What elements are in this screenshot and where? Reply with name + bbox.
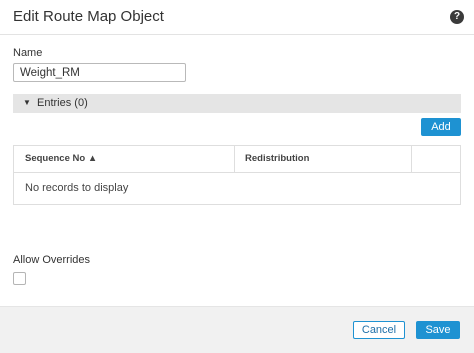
name-label: Name bbox=[13, 47, 43, 59]
cancel-button[interactable]: Cancel bbox=[353, 321, 405, 339]
allow-overrides-checkbox[interactable] bbox=[13, 272, 26, 285]
caret-down-icon: ▼ bbox=[23, 98, 31, 107]
entries-section-header[interactable]: ▼ Entries (0) bbox=[13, 94, 461, 113]
table-header: Sequence No ▲ Redistribution bbox=[14, 146, 460, 173]
column-divider bbox=[234, 146, 235, 172]
column-header-sequence-no[interactable]: Sequence No ▲ bbox=[25, 146, 97, 172]
add-entry-button[interactable]: Add bbox=[421, 118, 461, 136]
dialog-title: Edit Route Map Object bbox=[13, 8, 164, 25]
entries-label: Entries (0) bbox=[37, 97, 88, 109]
entries-table: Sequence No ▲ Redistribution No records … bbox=[13, 145, 461, 205]
edit-route-map-dialog: Edit Route Map Object ? Name ▼ Entries (… bbox=[0, 0, 474, 353]
name-input[interactable] bbox=[13, 63, 186, 82]
dialog-header: Edit Route Map Object ? bbox=[0, 0, 474, 35]
save-button[interactable]: Save bbox=[416, 321, 460, 339]
help-icon[interactable]: ? bbox=[450, 10, 464, 24]
dialog-footer: Cancel Save bbox=[0, 306, 474, 353]
column-divider bbox=[411, 146, 412, 172]
empty-table-message: No records to display bbox=[25, 182, 129, 194]
column-header-redistribution[interactable]: Redistribution bbox=[245, 146, 309, 172]
allow-overrides-label: Allow Overrides bbox=[13, 254, 91, 266]
